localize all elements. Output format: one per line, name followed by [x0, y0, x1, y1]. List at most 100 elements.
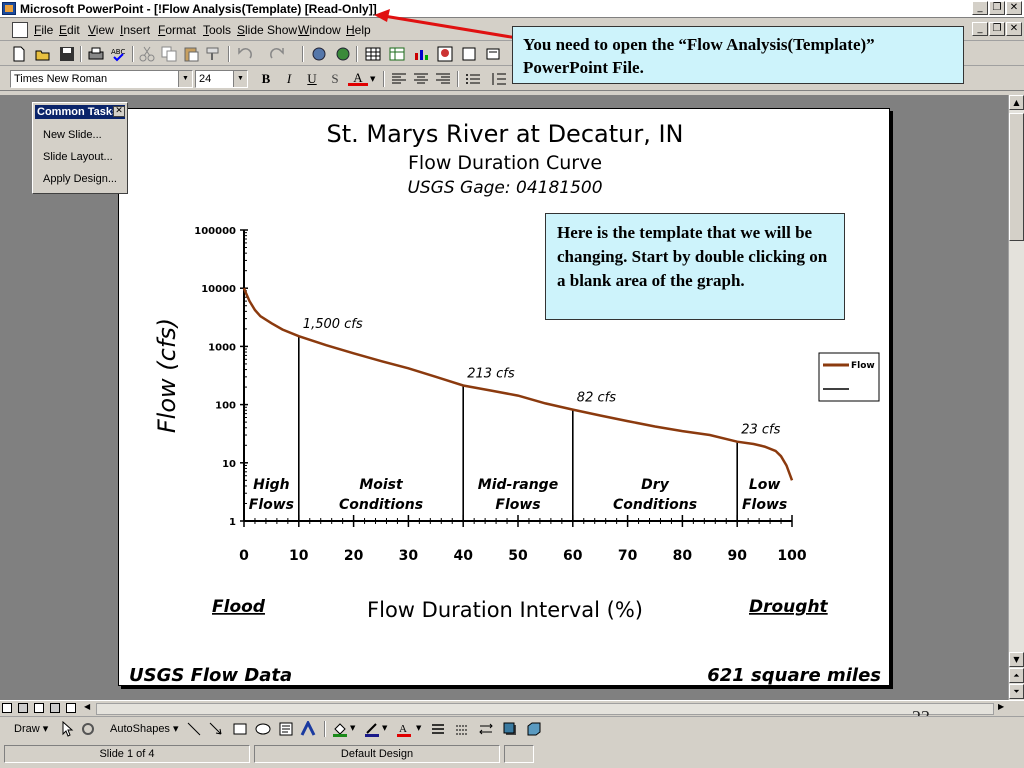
vertical-scrollbar[interactable]: ▲ ▼ ⏶ ⏷ [1008, 95, 1024, 700]
scroll-right-icon[interactable]: ▶ [998, 702, 1004, 711]
rectangle-tool-icon[interactable] [232, 721, 248, 737]
powerpoint-icon[interactable] [2, 2, 16, 15]
wordart-icon[interactable] [300, 721, 316, 737]
print-icon[interactable] [87, 45, 105, 63]
previous-slide-icon[interactable]: ⏶ [1009, 668, 1024, 683]
text-box-icon[interactable] [278, 721, 294, 737]
insert-excel-icon[interactable] [388, 45, 406, 63]
flow-duration-chart[interactable]: St. Marys River at Decatur, IN Flow Durat… [119, 109, 891, 687]
slide-layout-icon[interactable] [484, 45, 502, 63]
oval-tool-icon[interactable] [255, 721, 271, 737]
line-spacing-icon[interactable] [490, 70, 508, 88]
horizontal-scrollbar[interactable] [96, 703, 994, 715]
autoshapes-menu-button[interactable]: AutoShapes ▾ [110, 722, 179, 735]
format-painter-icon[interactable] [204, 45, 222, 63]
shadow-button[interactable]: S [325, 70, 345, 88]
doc-minimize-button[interactable]: _ [972, 22, 988, 36]
x-tick-label: 100 [777, 548, 806, 564]
hyperlink-icon[interactable] [310, 45, 328, 63]
outline-view-icon[interactable] [18, 703, 28, 713]
font-color-icon[interactable]: A [396, 721, 412, 737]
line-style-icon[interactable] [430, 721, 446, 737]
chevron-down-icon[interactable]: ▼ [370, 75, 375, 83]
menu-view[interactable]: View [88, 23, 114, 37]
doc-close-button[interactable]: ✕ [1006, 22, 1022, 36]
bullets-icon[interactable] [464, 70, 482, 88]
3d-icon[interactable] [526, 721, 542, 737]
menu-edit[interactable]: Edit [59, 23, 80, 37]
bold-button[interactable]: B [256, 70, 276, 88]
menu-slide-show[interactable]: Slide Show [237, 23, 297, 37]
slide-show-icon[interactable] [66, 703, 76, 713]
apply-design-task[interactable]: Apply Design... [43, 173, 117, 185]
open-template-callout: You need to open the “Flow Analysis(Temp… [512, 26, 964, 84]
draw-menu-button[interactable]: Draw ▾ [14, 722, 48, 735]
minimize-button[interactable]: _ [972, 1, 988, 15]
common-tasks-title[interactable]: Common Tasks [35, 105, 125, 119]
next-slide-icon[interactable]: ⏷ [1009, 684, 1024, 699]
menu-help[interactable]: Help [346, 23, 371, 37]
close-button[interactable]: ✕ [1006, 1, 1022, 15]
cut-icon[interactable] [138, 45, 156, 63]
undo-icon[interactable] [236, 45, 254, 63]
insert-chart-icon[interactable] [412, 45, 430, 63]
save-icon[interactable] [58, 45, 76, 63]
document-icon[interactable] [12, 22, 28, 38]
flood-label: Flood [212, 597, 266, 617]
common-tasks-panel[interactable]: Common Tasks ✕ New Slide... Slide Layout… [32, 102, 128, 194]
font-size-combo[interactable]: 24 ▼ [195, 70, 248, 88]
chevron-down-icon[interactable]: ▼ [233, 71, 247, 87]
redo-icon[interactable] [268, 45, 286, 63]
menu-window[interactable]: Window [298, 23, 341, 37]
italic-button[interactable]: I [279, 70, 299, 88]
align-right-icon[interactable] [434, 70, 452, 88]
menu-file[interactable]: File [34, 23, 53, 37]
new-slide-icon[interactable] [460, 45, 478, 63]
chevron-down-icon[interactable]: ▼ [382, 724, 387, 732]
restore-button[interactable]: ❐ [989, 1, 1005, 15]
font-color-button[interactable]: A [348, 70, 368, 86]
web-toolbar-icon[interactable] [334, 45, 352, 63]
shadow-icon[interactable] [502, 721, 518, 737]
slide-view-icon[interactable] [34, 703, 44, 713]
line-color-icon[interactable] [364, 721, 380, 737]
line-tool-icon[interactable] [186, 721, 202, 737]
font-name-combo[interactable]: Times New Roman ▼ [10, 70, 193, 88]
chevron-down-icon[interactable]: ▼ [350, 724, 355, 732]
free-rotate-icon[interactable] [80, 721, 96, 737]
paste-icon[interactable] [182, 45, 200, 63]
close-icon[interactable]: ✕ [113, 106, 125, 117]
doc-restore-button[interactable]: ❐ [989, 22, 1005, 36]
zone-label: Mid-range [478, 477, 558, 493]
zone-label: Low [749, 477, 781, 493]
chevron-down-icon[interactable]: ▼ [178, 71, 192, 87]
copy-icon[interactable] [160, 45, 178, 63]
slide-layout-task[interactable]: Slide Layout... [43, 151, 113, 163]
menu-format[interactable]: Format [158, 23, 196, 37]
menu-tools[interactable]: Tools [203, 23, 231, 37]
status-bar: Slide 1 of 4 Default Design [0, 742, 1024, 768]
scroll-thumb[interactable] [1009, 113, 1024, 241]
arrow-tool-icon[interactable] [208, 721, 224, 737]
chevron-down-icon[interactable]: ▼ [416, 724, 421, 732]
scroll-up-icon[interactable]: ▲ [1009, 95, 1024, 110]
new-slide-task[interactable]: New Slide... [43, 129, 102, 141]
open-icon[interactable] [34, 45, 52, 63]
insert-table-icon[interactable] [364, 45, 382, 63]
spelling-icon[interactable]: ABC [110, 45, 128, 63]
select-pointer-icon[interactable] [60, 721, 76, 737]
slide-canvas[interactable]: St. Marys River at Decatur, IN Flow Durat… [118, 108, 890, 686]
align-center-icon[interactable] [412, 70, 430, 88]
arrow-style-icon[interactable] [478, 721, 494, 737]
normal-view-icon[interactable] [2, 703, 12, 713]
scroll-down-icon[interactable]: ▼ [1009, 652, 1024, 667]
align-left-icon[interactable] [390, 70, 408, 88]
scroll-left-icon[interactable]: ◀ [84, 702, 90, 711]
slide-sorter-icon[interactable] [50, 703, 60, 713]
insert-clipart-icon[interactable] [436, 45, 454, 63]
new-icon[interactable] [10, 45, 28, 63]
menu-insert[interactable]: Insert [120, 23, 150, 37]
dash-style-icon[interactable] [454, 721, 470, 737]
fill-color-icon[interactable] [332, 721, 348, 737]
underline-button[interactable]: U [302, 70, 322, 88]
